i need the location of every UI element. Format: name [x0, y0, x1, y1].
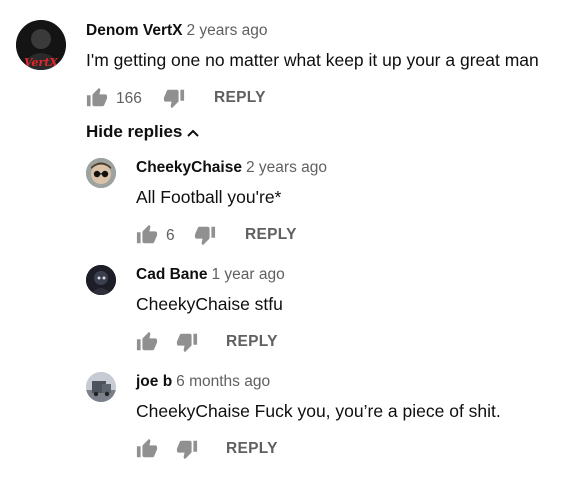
- hide-replies-label: Hide replies: [86, 122, 183, 141]
- avatar[interactable]: [86, 158, 116, 188]
- avatar[interactable]: [86, 265, 116, 295]
- comment-header: Cad Bane 1 year ago: [136, 266, 285, 284]
- comment-timestamp[interactable]: 2 years ago: [246, 159, 327, 176]
- comment-actions: REPLY: [136, 438, 436, 462]
- like-button[interactable]: [136, 224, 158, 246]
- comment-timestamp[interactable]: 6 months ago: [176, 373, 270, 390]
- reply-button[interactable]: REPLY: [226, 333, 278, 351]
- comment-timestamp[interactable]: 2 years ago: [186, 22, 267, 39]
- like-count: 6: [166, 227, 175, 244]
- reply-comment: joe b6 months ago CheekyChaise Fuck you,…: [0, 364, 573, 464]
- reply-button[interactable]: REPLY: [226, 440, 278, 458]
- thumbs-down-icon: [194, 226, 216, 246]
- avatar-image: [86, 265, 116, 295]
- comment-header: CheekyChaise 2 years ago: [136, 159, 327, 177]
- avatar[interactable]: VertX: [16, 20, 66, 70]
- avatar-logo-text: VertX: [24, 56, 58, 69]
- avatar-image: [86, 158, 116, 188]
- comment-author[interactable]: CheekyChaise: [136, 159, 242, 176]
- like-count: 166: [116, 90, 142, 107]
- comment-thread: VertX Denom VertX 2 years ago I'm getting…: [0, 0, 573, 115]
- comment-header: Denom VertX 2 years ago: [86, 22, 267, 40]
- comment-author[interactable]: Cad Bane: [136, 266, 208, 283]
- comment-text: All Football you're*: [136, 187, 282, 207]
- avatar-image: [86, 372, 116, 402]
- thumbs-up-icon: [136, 224, 158, 244]
- dislike-button[interactable]: [194, 224, 216, 246]
- reply-comment: Cad Bane 1 year ago CheekyChaise stfu REP…: [0, 257, 573, 357]
- dislike-button[interactable]: [163, 87, 185, 109]
- like-button[interactable]: [136, 438, 158, 460]
- comment-timestamp[interactable]: 1 year ago: [212, 266, 285, 283]
- like-button[interactable]: [86, 87, 108, 109]
- comment-actions: 6 REPLY: [136, 224, 436, 248]
- hide-replies-button[interactable]: Hide replies: [86, 122, 200, 142]
- dislike-button[interactable]: [176, 331, 198, 353]
- comment-actions: REPLY: [136, 331, 436, 355]
- comment-text: I'm getting one no matter what keep it u…: [86, 50, 539, 70]
- thumbs-down-icon: [176, 333, 198, 353]
- dislike-button[interactable]: [176, 438, 198, 460]
- thumbs-up-icon: [136, 331, 158, 351]
- reply-button[interactable]: REPLY: [245, 226, 297, 244]
- comment-text: CheekyChaise Fuck you, you’re a piece of…: [136, 401, 501, 421]
- reply-comment: CheekyChaise 2 years ago All Football you…: [0, 150, 573, 250]
- avatar[interactable]: [86, 372, 116, 402]
- avatar-image: VertX: [16, 20, 66, 70]
- thumbs-down-icon: [163, 89, 185, 109]
- comment-header: joe b6 months ago: [136, 373, 270, 391]
- like-button[interactable]: [136, 331, 158, 353]
- chevron-up-icon: [187, 129, 200, 137]
- comment-author[interactable]: joe b: [136, 373, 172, 390]
- comment-author[interactable]: Denom VertX: [86, 22, 182, 39]
- comment-text: CheekyChaise stfu: [136, 294, 283, 314]
- comment-actions: 166 REPLY: [86, 87, 386, 111]
- thumbs-down-icon: [176, 440, 198, 460]
- reply-button[interactable]: REPLY: [214, 89, 266, 107]
- thumbs-up-icon: [136, 438, 158, 458]
- thumbs-up-icon: [86, 87, 108, 107]
